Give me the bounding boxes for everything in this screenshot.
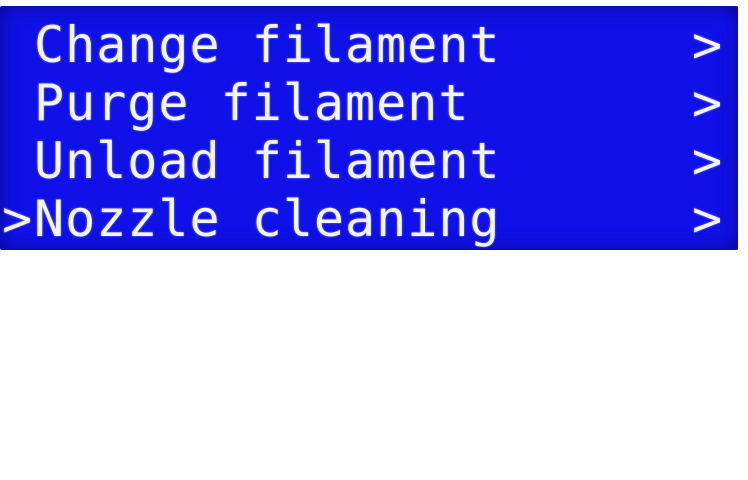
menu-item-unload-filament[interactable]: Unload filament > <box>0 132 738 190</box>
menu-item-label: Nozzle cleaning <box>34 190 501 248</box>
chevron-right-icon: > <box>692 74 724 132</box>
chevron-right-icon: > <box>692 190 724 248</box>
menu-item-label: Purge filament <box>34 74 470 132</box>
lcd-bezel: Change filament > Purge filament > Unloa… <box>0 0 748 256</box>
chevron-right-icon: > <box>692 16 724 74</box>
selection-cursor: > <box>2 190 34 248</box>
menu-item-nozzle-cleaning[interactable]: > Nozzle cleaning > <box>0 190 738 248</box>
menu-item-purge-filament[interactable]: Purge filament > <box>0 74 738 132</box>
chevron-right-icon: > <box>692 132 724 190</box>
menu-item-label: Unload filament <box>34 132 501 190</box>
lcd-menu-screen: Change filament > Purge filament > Unloa… <box>0 6 738 250</box>
menu-item-label: Change filament <box>34 16 501 74</box>
menu-item-change-filament[interactable]: Change filament > <box>0 16 738 74</box>
